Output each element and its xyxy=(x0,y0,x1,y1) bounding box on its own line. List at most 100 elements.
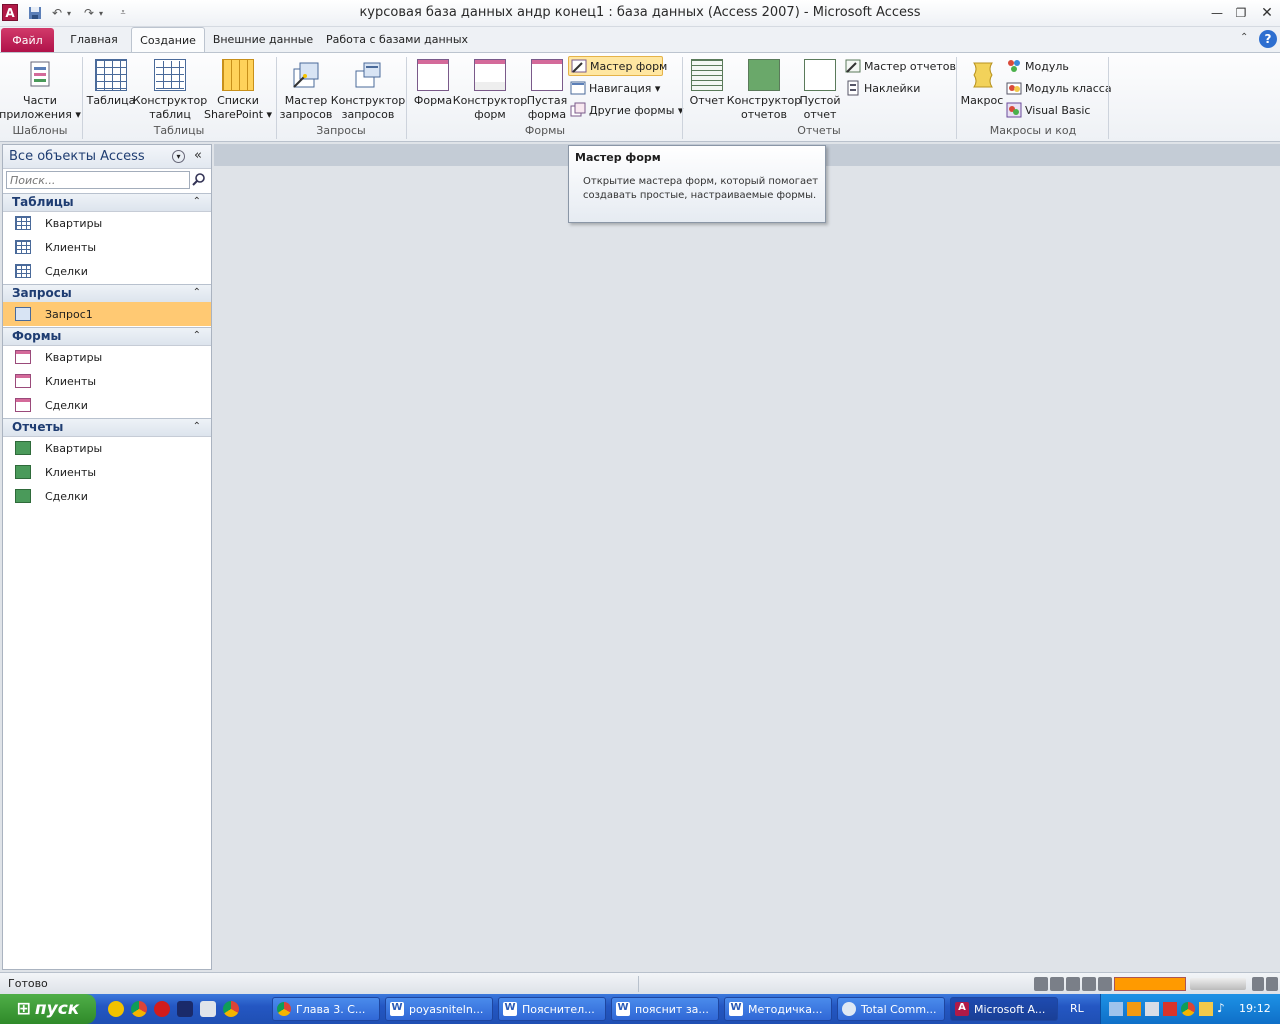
pause-icon[interactable] xyxy=(1050,977,1064,991)
taskbar-item-word[interactable]: W Методичка... xyxy=(724,997,832,1021)
media-menu-icon[interactable] xyxy=(1252,977,1264,991)
tray-volume-icon[interactable]: ♪ xyxy=(1217,1001,1225,1015)
form-icon xyxy=(417,59,449,91)
media-player-controls[interactable] xyxy=(1034,977,1114,991)
form-design-button[interactable]: Конструктор форм xyxy=(453,59,527,122)
form-icon xyxy=(15,350,31,364)
taskbar-item-chrome[interactable]: Глава 3. С... xyxy=(272,997,380,1021)
application-parts-button[interactable]: Части приложения ▾ xyxy=(0,59,81,122)
section-header-tables[interactable]: Таблицы ⌃ xyxy=(3,193,211,212)
minimize-icon[interactable]: — xyxy=(1206,4,1228,22)
nav-menu-icon[interactable]: ▾ xyxy=(172,150,185,163)
report-label: Отчет xyxy=(689,94,725,107)
nav-item-report[interactable]: Сделки xyxy=(3,484,211,508)
labels-button[interactable]: Наклейки xyxy=(845,78,920,98)
report-button[interactable]: Отчет xyxy=(688,59,726,108)
table-button[interactable]: Таблица xyxy=(87,59,135,108)
form-wizard-button[interactable]: Мастер форм xyxy=(568,56,667,76)
quicklaunch-opera-icon[interactable] xyxy=(154,1001,170,1017)
report-icon xyxy=(691,59,723,91)
taskbar-item-word[interactable]: W Пояснител... xyxy=(498,997,606,1021)
visual-basic-button[interactable]: Visual Basic xyxy=(1006,100,1090,120)
class-module-button[interactable]: Модуль класса xyxy=(1006,78,1112,98)
search-icon[interactable] xyxy=(192,172,206,189)
section-header-queries[interactable]: Запросы ⌃ xyxy=(3,284,211,303)
quicklaunch-disk-icon[interactable] xyxy=(200,1001,216,1017)
tray-app2-icon[interactable] xyxy=(1163,1002,1177,1016)
other-forms-button[interactable]: Другие формы ▾ xyxy=(570,100,683,120)
taskbar-item-total-commander[interactable]: Total Comm... xyxy=(837,997,945,1021)
labels-label: Наклейки xyxy=(864,81,921,95)
nav-item-table[interactable]: Клиенты xyxy=(3,235,211,259)
query-design-icon xyxy=(352,59,384,91)
group-separator xyxy=(1108,57,1109,139)
search-input[interactable] xyxy=(6,171,190,189)
close-icon[interactable]: ✕ xyxy=(1256,4,1278,22)
media-close-icon[interactable] xyxy=(1266,977,1278,991)
language-indicator[interactable]: RL xyxy=(1070,1002,1084,1015)
nav-item-query[interactable]: Запрос1 xyxy=(3,302,211,326)
report-design-button[interactable]: Конструктор отчетов xyxy=(727,59,801,122)
tray-media-icon[interactable] xyxy=(1127,1002,1141,1016)
module-button[interactable]: Модуль xyxy=(1006,56,1069,76)
taskbar-item-word[interactable]: Wpoyasniteln... xyxy=(385,997,493,1021)
tray-clock[interactable]: 19:12 xyxy=(1239,1002,1271,1015)
tray-folder-icon[interactable] xyxy=(1199,1002,1213,1016)
collapse-pane-icon[interactable]: « xyxy=(194,148,202,163)
volume-slider[interactable] xyxy=(1190,978,1246,990)
help-icon[interactable]: ? xyxy=(1259,30,1277,48)
tray-chrome-icon[interactable] xyxy=(1181,1002,1195,1016)
quicklaunch-aim-icon[interactable] xyxy=(108,1001,124,1017)
blank-report-button[interactable]: Пустой отчет xyxy=(799,59,841,122)
blank-form-icon xyxy=(531,59,563,91)
tab-external-data[interactable]: Внешние данные xyxy=(210,27,316,52)
nav-header[interactable]: Все объекты Access ▾ « xyxy=(3,145,211,169)
stop-icon[interactable] xyxy=(1066,977,1080,991)
nav-item-table[interactable]: Квартиры xyxy=(3,211,211,235)
minimize-ribbon-icon[interactable]: ⌃ xyxy=(1240,32,1248,43)
form-label: Форма xyxy=(413,94,453,107)
nav-item-form[interactable]: Квартиры xyxy=(3,345,211,369)
section-header-reports[interactable]: Отчеты ⌃ xyxy=(3,418,211,437)
tab-file[interactable]: Файл xyxy=(1,28,54,52)
form-button[interactable]: Форма xyxy=(412,59,454,108)
quicklaunch-chrome2-icon[interactable] xyxy=(223,1001,239,1017)
section-title: Таблицы xyxy=(12,195,74,209)
quicklaunch-app-icon[interactable] xyxy=(177,1001,193,1017)
collapse-section-icon[interactable]: ⌃ xyxy=(193,421,201,432)
collapse-section-icon[interactable]: ⌃ xyxy=(193,287,201,298)
tray-app-icon[interactable] xyxy=(1145,1002,1159,1016)
navigation-button[interactable]: Навигация ▾ xyxy=(570,78,660,98)
nav-item-form[interactable]: Сделки xyxy=(3,393,211,417)
collapse-section-icon[interactable]: ⌃ xyxy=(193,330,201,341)
nav-item-report[interactable]: Клиенты xyxy=(3,460,211,484)
nav-item-form[interactable]: Клиенты xyxy=(3,369,211,393)
nav-item-report[interactable]: Квартиры xyxy=(3,436,211,460)
query-design-button[interactable]: Конструктор запросов xyxy=(331,59,405,122)
section-title: Формы xyxy=(12,329,62,343)
play-icon[interactable] xyxy=(1034,977,1048,991)
tab-create[interactable]: Создание xyxy=(131,27,205,52)
restore-icon[interactable]: ❐ xyxy=(1230,4,1252,22)
section-header-forms[interactable]: Формы ⌃ xyxy=(3,327,211,346)
start-button[interactable]: ⊞ пуск xyxy=(0,994,96,1024)
tab-home[interactable]: Главная xyxy=(62,27,126,52)
collapse-section-icon[interactable]: ⌃ xyxy=(193,196,201,207)
query-wizard-button[interactable]: Мастер запросов xyxy=(280,59,332,122)
sharepoint-lists-button[interactable]: Списки SharePoint ▾ xyxy=(204,59,272,122)
quicklaunch-chrome-icon[interactable] xyxy=(131,1001,147,1017)
tray-network-icon[interactable] xyxy=(1109,1002,1123,1016)
macro-button[interactable]: Макрос xyxy=(960,59,1004,108)
blank-form-button[interactable]: Пустая форма xyxy=(526,59,568,122)
tab-database-tools[interactable]: Работа с базами данных xyxy=(322,27,472,52)
taskbar-item-word[interactable]: Wпояснит за... xyxy=(611,997,719,1021)
next-icon[interactable] xyxy=(1098,977,1112,991)
title-bar: A ↶ ▾ ↷ ▾ ⩡ курсовая база данных андр ко… xyxy=(0,0,1280,27)
table-design-button[interactable]: Конструктор таблиц xyxy=(133,59,207,122)
previous-icon[interactable] xyxy=(1082,977,1096,991)
nav-item-table[interactable]: Сделки xyxy=(3,259,211,283)
taskbar-item-access[interactable]: A Microsoft A... xyxy=(950,997,1058,1021)
navigation-pane: Все объекты Access ▾ « Таблицы ⌃ Квартир… xyxy=(2,144,212,970)
report-wizard-button[interactable]: Мастер отчетов xyxy=(845,56,956,76)
navigation-icon xyxy=(570,80,586,96)
